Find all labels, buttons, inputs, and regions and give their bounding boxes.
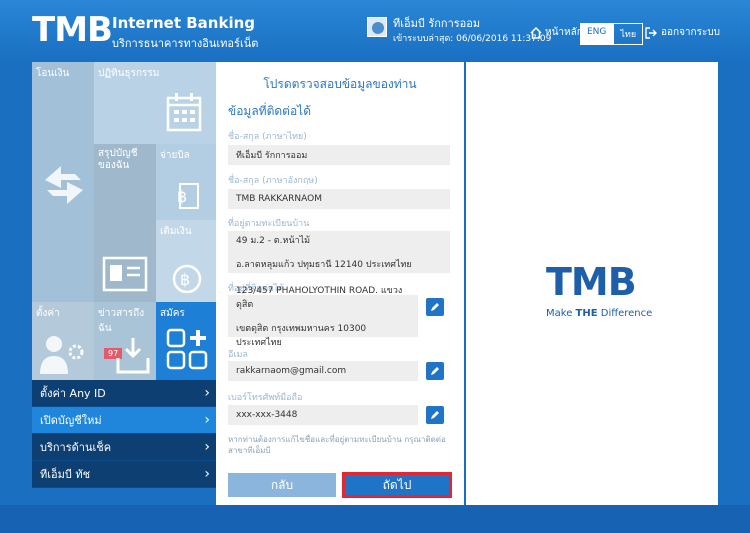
logout-icon xyxy=(645,26,657,39)
tile-top-up[interactable]: เติมเงิน ฿ xyxy=(156,220,216,302)
tile-history-label: ปฏิทินธุรกรรม xyxy=(98,68,160,79)
back-button[interactable]: กลับ xyxy=(228,473,336,497)
menu-item-label: เปิดบัญชีใหม่ xyxy=(40,414,102,427)
settings-person-icon xyxy=(40,336,84,374)
edit-mobile-button[interactable] xyxy=(426,406,444,424)
svg-text:฿: ฿ xyxy=(180,270,190,289)
menu-item-label: ตั้งค่า Any ID xyxy=(40,387,106,400)
tile-apply-label: สมัคร xyxy=(160,308,185,319)
menu-item-cheque-service[interactable]: บริการด้านเช็ค › xyxy=(32,434,216,461)
calendar-icon xyxy=(166,93,202,132)
tile-transfer-label: โอนเงิน xyxy=(36,68,70,79)
chevron-right-icon: › xyxy=(204,412,210,428)
tile-transfer[interactable]: โอนเงิน xyxy=(32,62,94,302)
logout-link[interactable]: ออกจากระบบ xyxy=(645,25,720,40)
name-th-value: ทีเอ็มบี รักการออม xyxy=(228,145,450,165)
menu-item-label: บริการด้านเช็ค xyxy=(40,441,112,454)
contact-address-line-1: 123/457 PHAHOLYOTHIN ROAD. แขวงดุสิต xyxy=(236,286,403,310)
reg-address-line-2: อ.ลาดหลุมแก้ว ปทุมธานี 12140 ประเทศไทย xyxy=(236,260,412,270)
contact-address-value: 123/457 PHAHOLYOTHIN ROAD. แขวงดุสิต เขต… xyxy=(228,286,418,348)
app-title: Internet Banking xyxy=(112,14,256,32)
tagline-part-1: Make xyxy=(546,308,576,319)
lang-eng-button[interactable]: ENG xyxy=(580,23,614,45)
home-icon xyxy=(530,26,542,39)
tile-transaction-calendar[interactable]: ปฏิทินธุรกรรม xyxy=(94,62,216,144)
lang-thai-button[interactable]: ไทย xyxy=(613,23,644,45)
edit-note: หากท่านต้องการแก้ไขชื่อและที่อยู่ตามทะเบ… xyxy=(228,435,446,455)
menu-item-tmb-touch[interactable]: ทีเอ็มบี ทัช › xyxy=(32,461,216,488)
review-form-panel: โปรดตรวจสอบข้อมูลของท่าน ข้อมูลที่ติดต่อ… xyxy=(216,62,464,505)
section-title: ข้อมูลที่ติดต่อได้ xyxy=(228,104,311,118)
quick-tiles: โอนเงิน ปฏิทินธุรกรรม สรุปบัญชีของฉัน จ่… xyxy=(32,62,216,380)
tile-account-summary[interactable]: สรุปบัญชีของฉัน xyxy=(94,144,156,302)
bill-icon: ฿ xyxy=(177,183,199,209)
name-en-value: TMB RAKKARNAOM xyxy=(228,189,450,209)
last-login-time: เข้าระบบล่าสุด: 06/06/2016 11:37:09 xyxy=(393,34,552,44)
pencil-icon xyxy=(431,367,439,375)
tagline-part-2: THE xyxy=(575,308,598,319)
page-title: โปรดตรวจสอบข้อมูลของท่าน xyxy=(263,77,417,91)
app-subtitle: บริการธนาคารทางอินเทอร์เน็ต xyxy=(112,37,259,50)
next-button[interactable]: ถัดไป xyxy=(342,472,452,498)
brand-panel: TMB Make THE Difference xyxy=(466,62,718,505)
reg-address-value: 49 ม.2 - ต.หน้าไม้ อ.ลาดหลุมแก้ว ปทุมธาน… xyxy=(228,231,450,273)
name-th-label: ชื่อ-สกุล (ภาษาไทย) xyxy=(228,132,307,142)
tagline-part-3: Difference xyxy=(597,308,653,319)
email-label: อีเมล xyxy=(228,350,248,360)
id-card-icon xyxy=(102,256,148,292)
reg-address-line-1: 49 ม.2 - ต.หน้าไม้ xyxy=(236,236,311,246)
home-link[interactable]: หน้าหลัก xyxy=(530,25,583,40)
transfer-arrows-icon xyxy=(45,166,83,204)
mobile-label: เบอร์โทรศัพท์มือถือ xyxy=(228,393,303,403)
user-name: ทีเอ็มบี รักการออม xyxy=(393,17,481,30)
language-switch: ENG ไทย xyxy=(580,23,644,45)
tile-topup-label: เติมเงิน xyxy=(160,226,192,237)
svg-text:฿: ฿ xyxy=(177,187,187,206)
tile-settings[interactable]: ตั้งค่า xyxy=(32,302,94,380)
chevron-right-icon: › xyxy=(204,385,210,401)
tmb-brand-logo: TMB xyxy=(546,260,637,304)
tile-news[interactable]: ข่าวสารถึงฉัน 97 xyxy=(94,302,156,380)
chevron-right-icon: › xyxy=(204,466,210,482)
tile-pay-bill[interactable]: จ่ายบิล ฿ xyxy=(156,144,216,220)
inbox-icon xyxy=(116,338,150,374)
edit-contact-address-button[interactable] xyxy=(426,298,444,316)
pencil-icon xyxy=(431,411,439,419)
pencil-icon xyxy=(431,303,439,311)
mobile-value: xxx-xxx-3448 xyxy=(228,405,418,425)
coin-icon: ฿ xyxy=(172,264,202,294)
tile-apply[interactable]: สมัคร xyxy=(156,302,216,380)
name-en-label: ชื่อ-สกุล (ภาษาอังกฤษ) xyxy=(228,176,318,186)
tile-news-label: ข่าวสารถึงฉัน xyxy=(98,308,145,334)
reg-address-label: ที่อยู่ตามทะเบียนบ้าน xyxy=(228,219,310,229)
apply-grid-plus-icon xyxy=(166,328,208,370)
header-bar: TMB Internet Banking บริการธนาคารทางอินเ… xyxy=(0,0,750,62)
footer-bar xyxy=(0,505,750,533)
menu-item-any-id[interactable]: ตั้งค่า Any ID › xyxy=(32,380,216,407)
chevron-right-icon: › xyxy=(204,439,210,455)
menu-item-label: ทีเอ็มบี ทัช xyxy=(40,468,91,481)
email-value: rakkarnaom@gmail.com xyxy=(228,361,418,381)
user-avatar-icon xyxy=(367,17,387,37)
tmb-logo[interactable]: TMB xyxy=(32,10,113,50)
contact-address-line-2: เขตดุสิต กรุงเทพมหานคร 10300 ประเทศไทย xyxy=(236,324,367,348)
logout-label: ออกจากระบบ xyxy=(661,27,721,38)
tile-bill-label: จ่ายบิล xyxy=(160,150,190,161)
edit-email-button[interactable] xyxy=(426,362,444,380)
tile-summary-label: สรุปบัญชีของฉัน xyxy=(98,148,138,171)
tile-settings-label: ตั้งค่า xyxy=(36,308,60,319)
menu-item-open-account[interactable]: เปิดบัญชีใหม่ › xyxy=(32,407,216,434)
side-menu: ตั้งค่า Any ID › เปิดบัญชีใหม่ › บริการด… xyxy=(32,380,216,488)
brand-tagline: Make THE Difference xyxy=(546,308,652,319)
home-label: หน้าหลัก xyxy=(545,27,583,38)
